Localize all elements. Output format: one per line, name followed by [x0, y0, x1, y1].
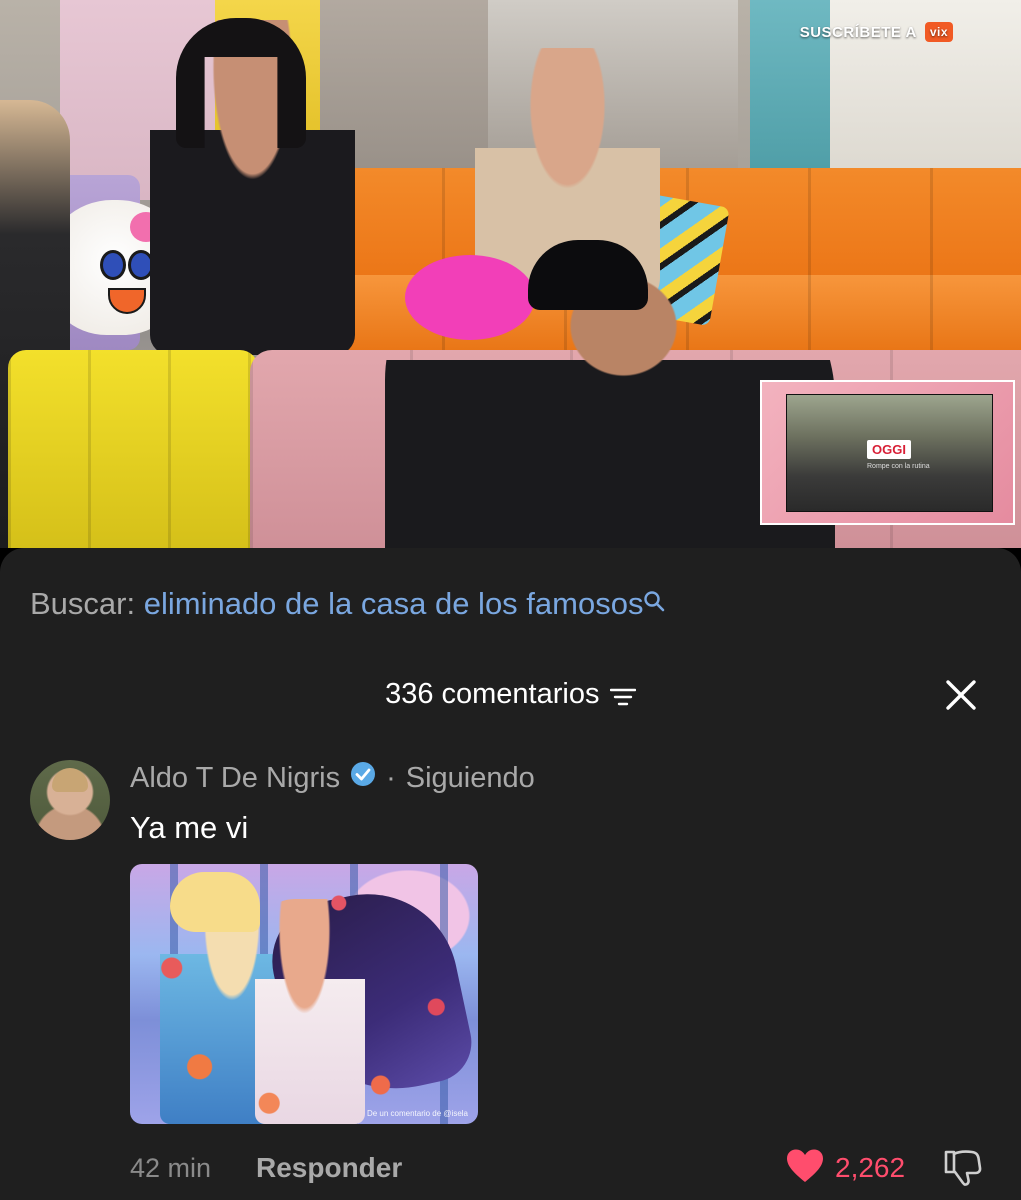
ad-video-frame: OGGI Rompe con la rutina	[786, 394, 993, 512]
search-suggestion[interactable]: Buscar: eliminado de la casa de los famo…	[30, 584, 665, 624]
author-name[interactable]: Aldo T De Nigris	[130, 762, 340, 795]
vix-logo: vix	[924, 22, 953, 42]
search-icon[interactable]	[643, 582, 665, 612]
image-caption: De un comentario de @isela	[366, 1109, 468, 1118]
sofa-yellow	[8, 350, 258, 548]
subscribe-badge[interactable]: SUSCRÍBETE A vix	[800, 22, 953, 42]
filter-icon[interactable]	[609, 687, 637, 707]
subscribe-text: SUSCRÍBETE A	[799, 23, 917, 41]
search-query-link[interactable]: eliminado de la casa de los famosos	[144, 586, 644, 621]
heart-icon	[785, 1148, 825, 1189]
like-button[interactable]: 2,262	[785, 1148, 905, 1188]
timestamp: 42 min	[130, 1153, 212, 1183]
pillow-eye	[100, 250, 126, 280]
comments-sheet: Buscar: eliminado de la casa de los famo…	[0, 548, 1021, 1200]
avatar[interactable]	[30, 760, 110, 840]
separator: ·	[386, 761, 396, 794]
comment-author-row: Aldo T De Nigris · Siguiendo	[130, 758, 535, 798]
comments-count: 336 comentarios	[385, 678, 600, 710]
ad-logo: OGGI	[867, 440, 911, 459]
reply-button[interactable]: Responder	[256, 1148, 402, 1188]
picture-in-picture-ad[interactable]: OGGI Rompe con la rutina	[760, 380, 1015, 525]
comment-footer: 42 min Responder 2,262	[130, 1148, 990, 1188]
follow-status[interactable]: Siguiendo	[406, 762, 535, 795]
comment-item: Aldo T De Nigris · Siguiendo Ya me vi De…	[30, 756, 990, 1196]
like-count: 2,262	[835, 1152, 906, 1183]
video-player[interactable]: SUSCRÍBETE A vix OGGI Rompe con la rutin…	[0, 0, 1021, 548]
dislike-icon[interactable]	[942, 1148, 984, 1188]
close-icon[interactable]	[940, 674, 982, 716]
search-label: Buscar:	[30, 586, 136, 621]
ad-tagline: Rompe con la rutina	[867, 463, 930, 470]
comments-header: 336 comentarios	[0, 674, 1021, 714]
image-leaves	[130, 864, 478, 1124]
verified-icon	[350, 761, 376, 795]
comment-text: Ya me vi	[130, 810, 249, 845]
comment-image[interactable]: De un comentario de @isela	[130, 864, 478, 1124]
